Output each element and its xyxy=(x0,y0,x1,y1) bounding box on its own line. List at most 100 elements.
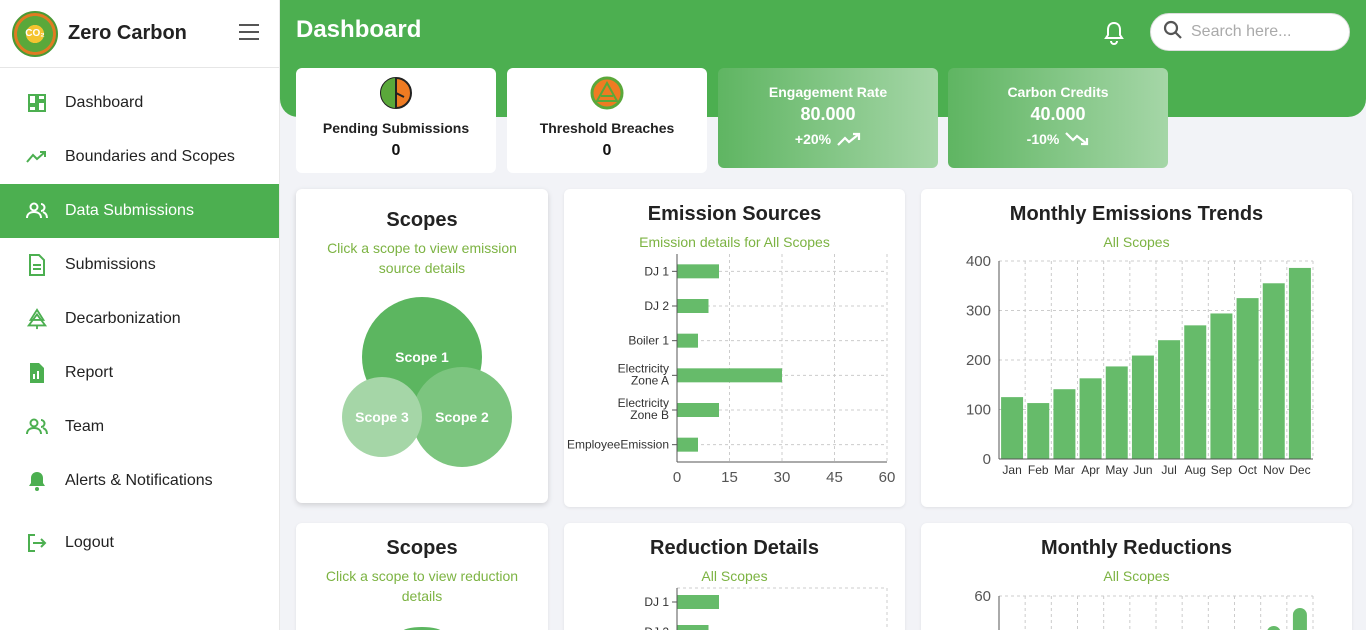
engagement-delta-text: +20% xyxy=(794,131,832,147)
sidebar-item-alerts-notifications[interactable]: Alerts & Notifications xyxy=(0,454,279,508)
monthly-reductions-title: Monthly Reductions xyxy=(1040,537,1233,559)
bar xyxy=(677,595,719,609)
x-tick-label: 0 xyxy=(673,469,681,486)
sidebar-item-team[interactable]: Team xyxy=(0,400,279,454)
credits-delta-text: -10% xyxy=(1026,131,1060,147)
monthly-reductions-chart: 60 xyxy=(974,588,1314,630)
bar xyxy=(1267,626,1281,630)
sidebar-item-label: Report xyxy=(65,364,114,381)
sidebar-item-label: Team xyxy=(65,418,105,435)
bar xyxy=(1158,340,1181,459)
y-tick-label: DJ 1 xyxy=(644,595,669,609)
sidebar-item-label: Boundaries and Scopes xyxy=(65,148,235,165)
y-tick-label: DJ 2 xyxy=(644,625,669,630)
bar xyxy=(677,437,698,452)
scope-3-label: Scope 3 xyxy=(355,409,409,425)
x-tick-label: Apr xyxy=(1081,463,1100,477)
bar xyxy=(677,264,719,279)
x-tick-label: Sep xyxy=(1211,463,1233,477)
zero-carbon-logo: CO₂ xyxy=(12,10,58,57)
sidebar-item-boundaries-and-scopes[interactable]: Boundaries and Scopes xyxy=(0,130,279,184)
y-tick-label: DJ 2 xyxy=(644,299,669,313)
emission-sources-chart: 0 15 30 45 60DJ 1DJ 2Boiler 1ElectricityZone… xyxy=(567,254,895,486)
scopes-title: Scopes xyxy=(386,209,458,231)
hamburger-menu-icon[interactable] xyxy=(239,24,259,40)
scopes-reduction-subtitle: Click a scope to view reduction details xyxy=(325,568,519,604)
x-tick-label: Nov xyxy=(1263,463,1284,477)
bar xyxy=(1210,313,1233,459)
sidebar-item-label: Decarbonization xyxy=(65,310,181,327)
y-tick-label: Boiler 1 xyxy=(628,334,669,348)
bar xyxy=(677,299,709,313)
y-tick-label: 400 xyxy=(966,253,991,270)
trending-up-icon xyxy=(837,132,861,146)
trending-down-icon xyxy=(1065,132,1089,146)
clock-icon xyxy=(379,76,413,110)
bar xyxy=(677,333,698,348)
y-tick-label: 0 xyxy=(983,451,991,468)
scope-2-circle[interactable]: Scope 2 xyxy=(412,367,512,467)
scope-2-label: Scope 2 xyxy=(435,409,489,425)
report-icon xyxy=(26,362,48,384)
y-tick-label: 300 xyxy=(966,303,991,320)
sidebar-item-label: Dashboard xyxy=(65,94,144,111)
engagement-rate-delta: +20% xyxy=(718,131,938,147)
bar xyxy=(1027,403,1050,459)
sidebar-item-report[interactable]: Report xyxy=(0,346,279,400)
engagement-rate-label: Engagement Rate xyxy=(768,84,888,100)
carbon-credits-delta: -10% xyxy=(948,131,1168,147)
sidebar-item-submissions[interactable]: Submissions xyxy=(0,238,279,292)
scopes-reduction-card: Scopes Click a scope to view reduction d… xyxy=(296,523,548,630)
warning-icon xyxy=(590,76,624,110)
monthly-reductions-card: Monthly Reductions All Scopes 60 xyxy=(921,523,1352,630)
users-icon xyxy=(26,200,48,222)
bar xyxy=(1262,283,1285,459)
carbon-credits-card[interactable]: Carbon Credits 40.000 -10% xyxy=(948,68,1168,168)
y-tick-label: Zone A xyxy=(631,373,669,387)
engagement-rate-card[interactable]: Engagement Rate 80.000 +20% xyxy=(718,68,938,168)
x-tick-label: Jun xyxy=(1133,463,1152,477)
sidebar-item-logout[interactable]: Logout xyxy=(0,516,279,570)
y-tick-label: 100 xyxy=(966,402,991,419)
search-input[interactable] xyxy=(1191,23,1341,41)
threshold-breaches-card[interactable]: Threshold Breaches 0 xyxy=(507,68,707,173)
bar xyxy=(1184,325,1207,459)
reduction-details-card: Reduction Details All Scopes DJ 1DJ 2 xyxy=(564,523,905,630)
y-tick-label: 200 xyxy=(966,352,991,369)
reduction-details-chart: DJ 1 DJ 2 xyxy=(644,587,888,630)
x-tick-label: Mar xyxy=(1054,463,1075,477)
scopes-card: Scopes Click a scope to view emission so… xyxy=(296,189,548,503)
bar xyxy=(677,403,719,417)
logo-text: CO₂ xyxy=(25,28,45,39)
pending-submissions-label: Pending Submissions xyxy=(322,120,470,136)
sidebar-nav: Dashboard Boundaries and Scopes Data Sub… xyxy=(0,76,279,570)
sidebar-item-dashboard[interactable]: Dashboard xyxy=(0,76,279,130)
bar xyxy=(1105,366,1128,459)
scope-3-circle[interactable]: Scope 3 xyxy=(342,377,422,457)
trend-icon xyxy=(26,146,48,168)
x-tick-label: Aug xyxy=(1185,463,1206,477)
pending-submissions-card[interactable]: Pending Submissions 0 xyxy=(296,68,496,173)
carbon-credits-label: Carbon Credits xyxy=(1007,84,1109,100)
bell-icon xyxy=(26,470,48,492)
scopes-subtitle: Click a scope to view emission source de… xyxy=(327,240,517,276)
bar xyxy=(1131,355,1154,459)
x-tick-label: 15 xyxy=(721,469,738,486)
dashboard-icon xyxy=(26,92,48,114)
sidebar-item-data-submissions[interactable]: Data Submissions xyxy=(0,184,279,238)
notification-bell-icon[interactable] xyxy=(1103,21,1125,45)
sidebar-item-decarbonization[interactable]: Decarbonization xyxy=(0,292,279,346)
brand: CO₂ Zero Carbon xyxy=(0,0,279,68)
monthly-emissions-card: Monthly Emissions Trends All Scopes 0 100… xyxy=(921,189,1352,507)
trees-icon xyxy=(26,308,48,330)
emission-sources-title: Emission Sources xyxy=(647,203,822,225)
sidebar-item-label: Data Submissions xyxy=(65,202,194,219)
sidebar: CO₂ Zero Carbon Dashboard Boundaries and… xyxy=(0,0,280,630)
bar xyxy=(1292,608,1307,630)
search-box xyxy=(1150,13,1350,51)
y-tick-label: 60 xyxy=(974,588,991,605)
sidebar-item-label: Alerts & Notifications xyxy=(65,472,213,489)
x-tick-label: Dec xyxy=(1289,463,1310,477)
x-tick-label: Feb xyxy=(1028,463,1049,477)
reduction-details-title: Reduction Details xyxy=(650,537,819,559)
